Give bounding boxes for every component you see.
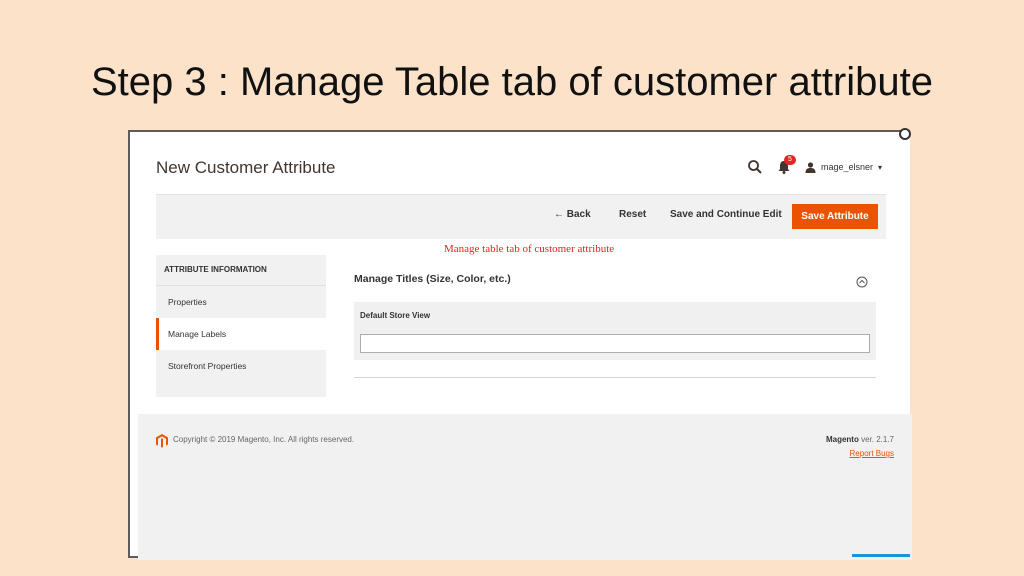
blue-accent-strip [852, 554, 910, 557]
default-store-view-input[interactable] [360, 334, 870, 353]
attribute-info-sidebar: ATTRIBUTE INFORMATION Properties Manage … [156, 255, 326, 397]
save-attribute-button[interactable]: Save Attribute [792, 204, 878, 229]
report-bugs-link[interactable]: Report Bugs [850, 449, 894, 458]
page-footer: Copyright © 2019 Magento, Inc. All right… [138, 414, 912, 560]
brand-name: Magento [825, 435, 859, 444]
annotation-text: Manage table tab of customer attribute [444, 243, 615, 255]
chevron-down-icon: ▾ [877, 162, 882, 172]
sidebar-item-storefront-properties[interactable]: Storefront Properties [156, 350, 326, 382]
back-button[interactable]: ← Back [554, 209, 591, 220]
notification-badge: 5 [783, 155, 796, 165]
close-icon [899, 128, 911, 140]
username: mage_elsner [820, 162, 873, 172]
version-number: ver. 2.1.7 [858, 435, 894, 444]
user-icon [805, 161, 816, 173]
reset-button[interactable]: Reset [619, 209, 646, 220]
notifications-button[interactable]: 5 [777, 155, 796, 175]
user-menu[interactable]: mage_elsner ▾ [805, 161, 882, 173]
slide-title: Step 3 : Manage Table tab of customer at… [91, 60, 933, 104]
header-actions: 5 mage_elsner ▾ [747, 155, 882, 176]
search-icon[interactable] [747, 159, 763, 175]
copyright-text: Copyright © 2019 Magento, Inc. All right… [173, 435, 355, 444]
sidebar-item-manage-labels[interactable]: Manage Labels [156, 318, 326, 350]
page-title: New Customer Attribute [156, 158, 336, 177]
section-title: Manage Titles (Size, Color, etc.) [354, 273, 511, 285]
version-text: Magento ver. 2.1.7 [826, 435, 894, 444]
sidebar-heading: ATTRIBUTE INFORMATION [156, 255, 326, 286]
page-actions-toolbar: ← Back Reset Save and Continue Edit Save… [156, 194, 886, 239]
save-and-continue-button[interactable]: Save and Continue Edit [670, 209, 782, 220]
collapse-icon[interactable] [856, 276, 868, 288]
admin-screenshot: New Customer Attribute 5 mage_elsner ▾ ←… [128, 130, 912, 560]
default-store-view-header: Default Store View [360, 311, 431, 320]
sidebar-item-properties[interactable]: Properties [156, 286, 326, 318]
section-divider [354, 377, 876, 378]
magento-logo-icon [156, 434, 168, 448]
manage-titles-table: Default Store View [354, 302, 876, 360]
